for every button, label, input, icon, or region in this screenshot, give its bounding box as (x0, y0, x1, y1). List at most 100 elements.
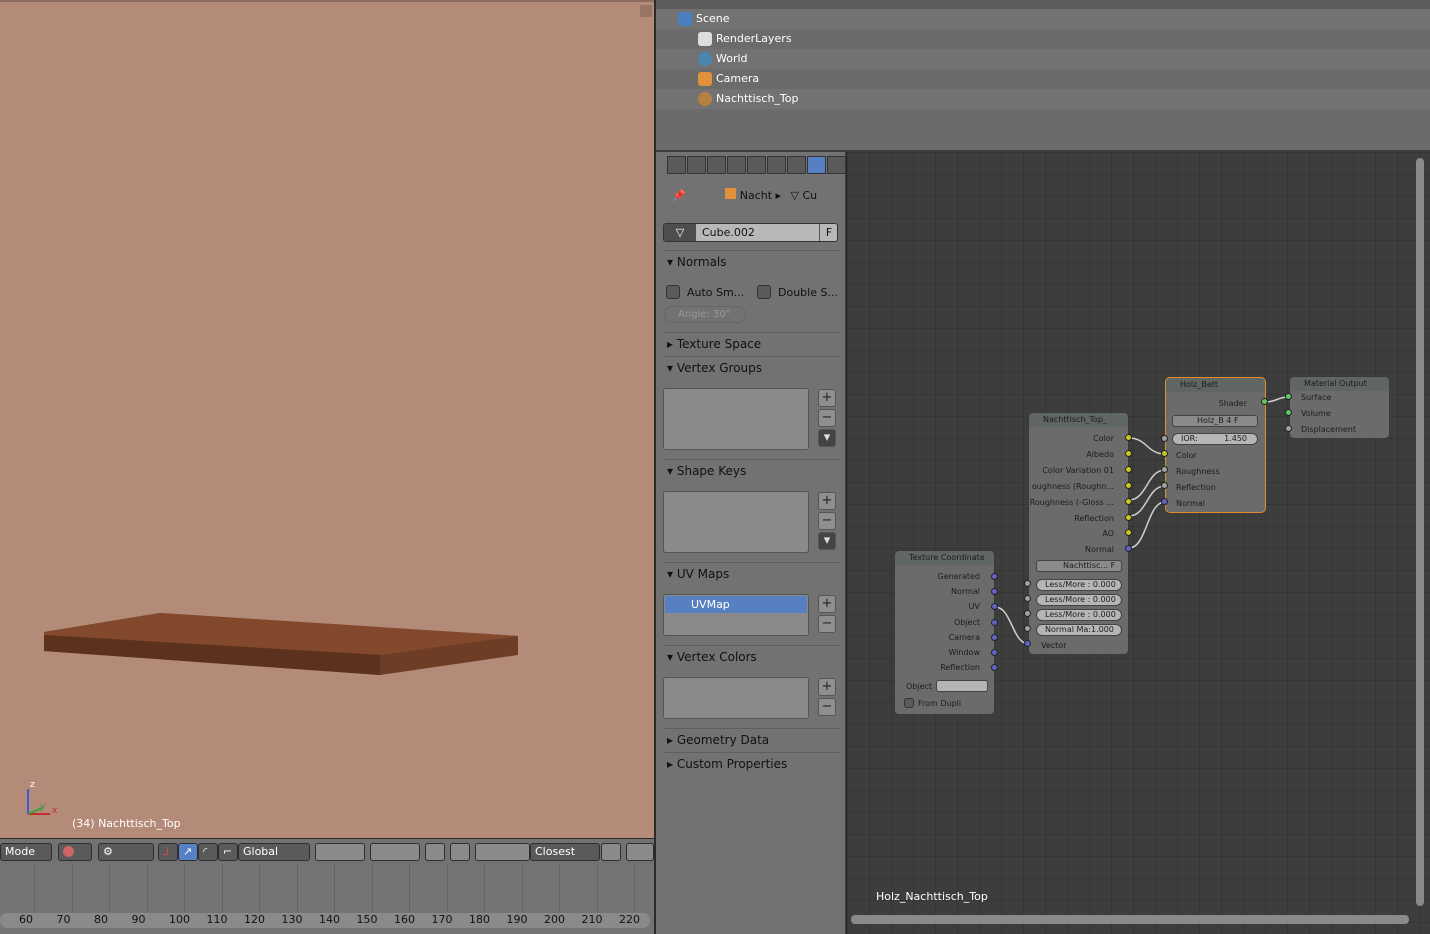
uv-map-item[interactable]: UVMap (665, 596, 807, 613)
from-dupli-checkbox[interactable] (904, 698, 914, 708)
layers-grid-2[interactable] (370, 843, 420, 861)
input-socket[interactable] (1285, 425, 1292, 432)
output-socket[interactable] (991, 649, 998, 656)
panel-custom-properties[interactable]: ▸ Custom Properties (664, 752, 840, 774)
input-socket[interactable] (1161, 498, 1168, 505)
add-uv-map-button[interactable]: + (818, 595, 836, 613)
node-holz-bett[interactable]: Holz_Bett Shader Holz_B 4 F IOR: 1.450 Co… (1165, 377, 1266, 513)
panel-vertex-colors[interactable]: ▾ Vertex Colors (664, 645, 840, 667)
mesh-name-field[interactable]: Cube.002 (702, 226, 755, 239)
double-sided-checkbox[interactable] (757, 285, 771, 299)
group-input-field[interactable]: Normal Ma:1.000 (1036, 624, 1122, 636)
outliner-item-camera[interactable]: Camera (656, 69, 1430, 89)
group-input-field[interactable]: Less/More : 0.000 (1036, 594, 1122, 606)
vertex-group-specials-button[interactable]: ▾ (818, 429, 836, 447)
auto-smooth-checkbox[interactable] (666, 285, 680, 299)
proportional-edit-button[interactable] (450, 843, 470, 861)
remove-vertex-group-button[interactable]: − (818, 409, 836, 427)
panel-texture-space[interactable]: ▸ Texture Space (664, 332, 840, 354)
remove-shape-key-button[interactable]: − (818, 512, 836, 530)
mesh-browse-icon[interactable]: ▽ (664, 224, 696, 241)
input-socket[interactable] (1161, 482, 1168, 489)
input-socket[interactable] (1285, 393, 1292, 400)
tab-object-icon[interactable] (747, 156, 766, 174)
mode-select[interactable]: Mode (0, 843, 52, 861)
panel-vertex-groups[interactable]: ▾ Vertex Groups (664, 356, 840, 378)
lock-layers-button[interactable] (425, 843, 445, 861)
snap-toggle[interactable] (475, 843, 530, 861)
tab-render-icon[interactable] (667, 156, 686, 174)
group-datablock-selector[interactable]: Nachttisc... F (1036, 560, 1122, 572)
input-socket[interactable] (1024, 595, 1031, 602)
input-socket[interactable] (1161, 450, 1168, 457)
horizontal-scrollbar[interactable] (851, 915, 1409, 924)
node-texture-coordinate[interactable]: Texture Coordinate Generated Normal UV Obje… (894, 550, 995, 715)
vertex-groups-list[interactable] (663, 388, 809, 450)
outliner-item-nachttisch-top[interactable]: Nachttisch_Top (656, 89, 1430, 109)
pin-icon[interactable]: 📌 (672, 189, 686, 202)
add-vertex-group-button[interactable]: + (818, 389, 836, 407)
input-socket[interactable] (1024, 580, 1031, 587)
remove-vertex-color-button[interactable]: − (818, 698, 836, 716)
angle-field[interactable]: Angle: 30° (664, 306, 746, 323)
input-socket[interactable] (1024, 610, 1031, 617)
input-socket[interactable] (1024, 625, 1031, 632)
node-material-output[interactable]: Material Output Surface Volume Displacemen… (1289, 376, 1390, 439)
tab-scene-icon[interactable] (707, 156, 726, 174)
node-editor[interactable]: Texture Coordinate Generated Normal UV Obje… (846, 152, 1430, 934)
snap-target-select[interactable]: Closest (530, 843, 600, 861)
ior-field[interactable]: IOR: 1.450 (1172, 433, 1258, 445)
outliner-item-scene[interactable]: Scene (656, 9, 1430, 29)
translate-manipulator[interactable]: ↗ (178, 843, 198, 861)
pivot-select[interactable]: ⚙ (98, 843, 154, 861)
3d-viewport[interactable]: z x y (0, 0, 654, 838)
node-group-nachttisch-top[interactable]: Nachttisch_Top_ Color Albedo Color Variati… (1028, 412, 1129, 655)
add-shape-key-button[interactable]: + (818, 492, 836, 510)
vector-input-socket[interactable] (1024, 640, 1031, 647)
remove-uv-map-button[interactable]: − (818, 615, 836, 633)
output-socket[interactable] (1125, 449, 1132, 457)
tab-world-icon[interactable] (727, 156, 746, 174)
panel-uv-maps[interactable]: ▾ UV Maps (664, 562, 840, 584)
align-rotation-button[interactable] (601, 843, 621, 861)
fake-user-button[interactable]: F (819, 224, 838, 241)
shape-key-specials-button[interactable]: ▾ (818, 532, 836, 550)
uv-maps-list[interactable]: UVMap (663, 594, 809, 636)
output-socket[interactable] (991, 618, 998, 626)
vertex-colors-list[interactable] (663, 677, 809, 719)
rotate-manipulator[interactable]: ◜ (198, 843, 218, 861)
mesh-datablock-selector[interactable]: ▽ Cube.002 F (663, 223, 838, 242)
area-split-icon[interactable] (640, 5, 652, 17)
viewport-shading-select[interactable] (58, 843, 92, 861)
render-button[interactable] (626, 843, 654, 861)
output-socket[interactable] (991, 633, 998, 641)
panel-geometry-data[interactable]: ▸ Geometry Data (664, 728, 840, 750)
outliner-item-world[interactable]: World (656, 49, 1430, 69)
vertical-scrollbar[interactable] (1416, 158, 1424, 906)
panel-shape-keys[interactable]: ▾ Shape Keys (664, 459, 840, 481)
group-input-field[interactable]: Less/More : 0.000 (1036, 579, 1122, 591)
tab-render-layers-icon[interactable] (687, 156, 706, 174)
input-socket[interactable] (1161, 466, 1168, 473)
output-socket[interactable] (1125, 434, 1132, 441)
output-socket[interactable] (1125, 481, 1132, 489)
add-vertex-color-button[interactable]: + (818, 678, 836, 696)
output-socket[interactable] (1125, 497, 1132, 505)
output-socket[interactable] (1125, 513, 1132, 521)
shape-keys-list[interactable] (663, 491, 809, 553)
output-socket[interactable] (991, 573, 998, 580)
output-socket[interactable] (1125, 465, 1132, 473)
ior-input-socket[interactable] (1161, 435, 1168, 442)
manipulator-toggle[interactable]: ⅃ (158, 843, 178, 861)
panel-normals[interactable]: ▾ Normals (664, 250, 840, 272)
orientation-select[interactable]: Global (238, 843, 310, 861)
shader-datablock-selector[interactable]: Holz_B 4 F (1172, 415, 1258, 427)
group-input-field[interactable]: Less/More : 0.000 (1036, 609, 1122, 621)
outliner-item-renderlayers[interactable]: RenderLayers (656, 29, 1430, 49)
tab-modifiers-icon[interactable] (787, 156, 806, 174)
scale-manipulator[interactable]: ⌐ (218, 843, 238, 861)
object-field[interactable] (936, 680, 988, 692)
tab-material-icon[interactable] (827, 156, 846, 174)
input-socket[interactable] (1285, 409, 1292, 416)
layers-grid-1[interactable] (315, 843, 365, 861)
